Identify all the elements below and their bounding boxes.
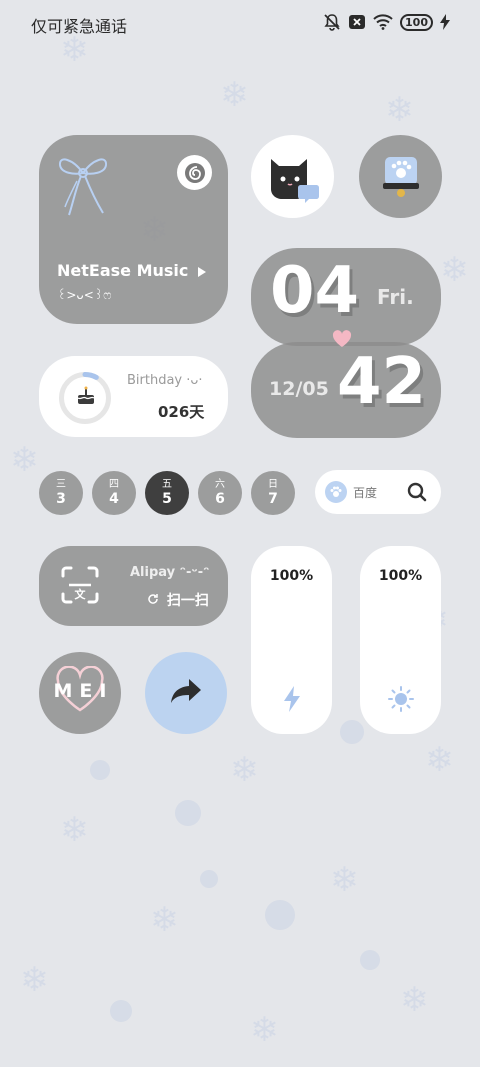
mei-widget[interactable]: MEI — [39, 652, 121, 734]
week-day-name: 三 — [56, 478, 66, 490]
alipay-widget[interactable]: 文 Alipay ᵔ-ᵕ-ᵔ 扫一扫 — [39, 546, 228, 626]
wifi-icon — [373, 14, 393, 30]
birthday-label: Birthday ·ᴗ· — [127, 373, 203, 388]
black-cat-chat-icon — [266, 151, 320, 207]
week-day-number: 7 — [268, 490, 278, 507]
paw-bell-icon — [381, 155, 421, 203]
snowflake-icon: ❄ — [400, 980, 429, 1020]
music-title: NetEase Music — [57, 261, 206, 281]
baidu-paw-icon — [325, 481, 347, 503]
clock-date: 12/05 — [269, 378, 329, 400]
brightness-slider[interactable]: 100% — [360, 546, 441, 734]
week-day-sun[interactable]: 日 7 — [251, 471, 295, 515]
snowflake-icon: ❄ — [230, 750, 259, 790]
wallpaper-dot — [360, 950, 380, 970]
week-day-name: 日 — [268, 478, 278, 490]
scan-button[interactable]: 扫一扫 — [147, 590, 209, 610]
week-day-fri[interactable]: 五 5 — [145, 471, 189, 515]
week-day-number: 3 — [56, 490, 66, 507]
music-widget[interactable]: NetEase Music ꒰>ᴗ<꒱ෆ — [39, 135, 228, 324]
snowflake-icon: ❄ — [425, 740, 454, 780]
share-button[interactable] — [145, 652, 227, 734]
snowflake-icon: ❄ — [20, 960, 49, 1000]
week-day-thu[interactable]: 四 4 — [92, 471, 136, 515]
chat-app-button[interactable] — [251, 135, 334, 218]
flashlight-value: 100% — [269, 568, 314, 584]
status-icons: 100 — [323, 13, 450, 31]
netease-icon[interactable] — [177, 155, 212, 190]
wallpaper-dot — [90, 760, 110, 780]
baidu-search-bar[interactable]: 百度 — [315, 470, 441, 514]
clock-weekday: Fri. — [377, 285, 414, 309]
cake-icon — [75, 385, 97, 411]
brightness-value: 100% — [378, 568, 423, 584]
wallpaper-dot — [340, 720, 364, 744]
week-day-name: 四 — [109, 478, 119, 490]
snowflake-icon: ❄ — [220, 75, 249, 115]
flash-icon — [251, 686, 332, 712]
brightness-icon — [360, 686, 441, 712]
clock-hour: 04 — [270, 254, 360, 328]
wallpaper-dot — [175, 800, 201, 826]
wallpaper-dot — [110, 1000, 132, 1022]
no-sim-icon — [348, 13, 366, 31]
music-subtitle: ꒰>ᴗ<꒱ෆ — [57, 288, 112, 302]
mei-text: MEI — [53, 680, 114, 702]
week-day-sat[interactable]: 六 6 — [198, 471, 242, 515]
snowflake-icon: ❄ — [150, 900, 179, 940]
snowflake-icon: ❄ — [385, 90, 414, 130]
snowflake-icon: ❄ — [330, 860, 359, 900]
status-carrier-text: 仅可紧急通话 — [31, 17, 128, 36]
scan-translate-icon: 文 — [61, 566, 99, 608]
flashlight-slider[interactable]: 100% — [251, 546, 332, 734]
snowflake-icon: ❄ — [250, 1010, 279, 1050]
snowflake-icon: ❄ — [440, 250, 469, 290]
week-day-wed[interactable]: 三 3 — [39, 471, 83, 515]
week-day-number: 5 — [162, 490, 172, 507]
paw-bell-app-button[interactable] — [359, 135, 442, 218]
alipay-title: Alipay ᵔ-ᵕ-ᵔ — [130, 565, 210, 580]
snowflake-icon: ❄ — [10, 440, 39, 480]
search-icon[interactable] — [407, 482, 427, 506]
svg-text:文: 文 — [75, 587, 87, 601]
ribbon-bow-icon — [55, 151, 111, 225]
share-arrow-icon — [169, 677, 203, 709]
birthday-days-left: 026天 — [158, 403, 205, 421]
wallpaper-dot — [200, 870, 218, 888]
clock-minute: 42 — [337, 345, 427, 419]
charging-icon — [440, 14, 450, 30]
snowflake-icon: ❄ — [60, 810, 89, 850]
play-icon[interactable] — [197, 262, 206, 281]
search-label: 百度 — [353, 485, 378, 500]
battery-icon: 100 — [400, 13, 433, 31]
week-day-name: 五 — [162, 478, 172, 490]
week-day-name: 六 — [215, 478, 225, 490]
mute-icon — [323, 13, 341, 31]
week-day-number: 4 — [109, 490, 119, 507]
wallpaper-dot — [265, 900, 295, 930]
week-day-number: 6 — [215, 490, 225, 507]
birthday-widget[interactable]: Birthday ·ᴗ· 026天 — [39, 356, 228, 437]
refresh-icon — [147, 593, 159, 609]
